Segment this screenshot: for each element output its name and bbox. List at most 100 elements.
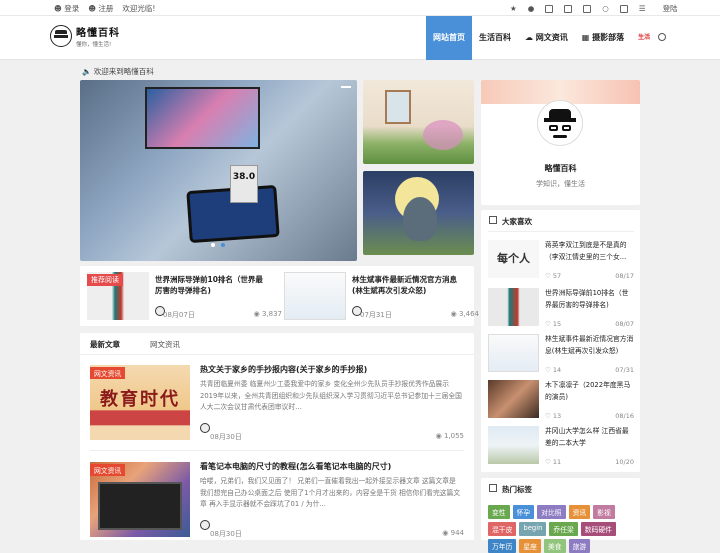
nav-more[interactable]: 生活 <box>631 16 657 60</box>
mail-icon[interactable] <box>619 4 628 13</box>
nav-news[interactable]: ☁ 网文资讯 <box>518 16 575 60</box>
weibo-icon[interactable]: ● <box>528 4 535 13</box>
featured-title[interactable]: 林生斌事件最新近情况官方消息(林生斌再次引发众怒) <box>352 274 467 296</box>
article-item[interactable]: 网文资讯 看笔记本电脑的尺寸的教程(怎么看笔记本电脑的尺寸) 哈喽，兄弟们，我们… <box>80 452 474 547</box>
tag-item[interactable]: 旅游 <box>568 539 591 553</box>
popular-date: 07/31 <box>615 366 634 374</box>
article-views: ◉ 1,055 <box>435 432 464 440</box>
qq-icon[interactable]: ○ <box>602 4 609 13</box>
featured-card[interactable]: 推荐阅读 世界洲际导弹前10排名（世界最厉害的导弹排名) 08月07日 ◉ 3,… <box>87 272 282 320</box>
tag-item[interactable]: 数码硬件 <box>580 522 616 536</box>
featured-card[interactable]: 林生斌事件最新近情况官方消息(林生斌再次引发众怒) 07月31日 ◉ 3,464 <box>284 272 479 320</box>
tag-item[interactable]: 万年历 <box>488 539 517 553</box>
profile-name: 略懂百科 <box>544 164 577 173</box>
slide-tv-image <box>145 87 260 149</box>
article-feed: 教育时代 网文资讯 热文关于家乡的手抄报内容(关于家乡的手抄报) 共青团临夏州委… <box>80 355 474 540</box>
popular-date: 10/20 <box>615 458 634 466</box>
login-link[interactable]: ☻ 登录 <box>54 3 79 14</box>
tag-item[interactable]: begin <box>519 522 547 536</box>
popular-likes: ♡ 15 <box>545 320 562 328</box>
site-header: 略懂百科 懂你，懂生活! 网站首页 生活百科 ☁ 网文资讯 ▦ 摄影部落 生活 <box>0 16 720 60</box>
popular-item[interactable]: 林生斌事件最新近情况官方消息(林生斌再次引发众怒) ♡ 14 07/31 <box>488 334 634 374</box>
popular-date: 08/16 <box>615 412 634 420</box>
search-icon[interactable] <box>658 33 666 41</box>
nav-photo[interactable]: ▦ 摄影部落 <box>575 16 631 60</box>
popular-item[interactable]: 每个人 蒋英李双江到底是不是真的（李双江情史里的三个女... ♡ 57 08/1… <box>488 240 634 280</box>
star-icon[interactable]: ★ <box>510 4 517 13</box>
profile-card: 略懂百科 学知识，懂生活 <box>481 80 640 205</box>
top-bar: ☻ 登录 ☻ 注册 欢迎光临! ★ ● ○ ☰ 登陆 <box>0 0 720 16</box>
popular-item-title[interactable]: 蒋英李双江到底是不是真的（李双江情史里的三个女... <box>545 240 635 263</box>
popular-item[interactable]: 木下凛凛子（2022年度黑马的演员) ♡ 13 08/16 <box>488 380 634 420</box>
tag-item[interactable]: 怀孕 <box>512 505 535 519</box>
side-image-garden[interactable] <box>363 80 474 164</box>
article-date: 08月30日 <box>210 530 242 538</box>
tag-item[interactable]: 星座 <box>519 539 541 553</box>
hot-tags-widget: 热门标签 变性 怀孕 对比照 资讯 影视混干皮 begin 乔任梁 数码硬件万年历 星座 美食 旅游 <box>481 478 640 553</box>
tab-latest[interactable]: 最新文章 <box>90 339 120 350</box>
popular-widget: 大家喜欢 每个人 蒋英李双江到底是不是真的（李双江情史里的三个女... ♡ 57… <box>481 210 640 472</box>
popular-item-title[interactable]: 林生斌事件最新近情况官方消息(林生斌再次引发众怒) <box>545 334 635 357</box>
hot-tags-title: 热门标签 <box>489 484 532 495</box>
site-name: 略懂百科 <box>76 28 120 39</box>
tag-item[interactable]: 变性 <box>488 505 510 519</box>
hero-slider[interactable]: 38.0 <box>80 80 357 261</box>
tag-item[interactable]: 影视 <box>593 505 615 519</box>
popular-item-title[interactable]: 木下凛凛子（2022年度黑马的演员) <box>545 380 635 403</box>
popular-thumb <box>488 380 539 418</box>
article-thumb: 网文资讯 <box>90 462 190 537</box>
popular-item-title[interactable]: 井冈山大学怎么样 江西省最差的二本大学 <box>545 426 635 449</box>
tag-item[interactable]: 混干皮 <box>488 522 517 536</box>
featured-date: 08月07日 <box>163 311 195 319</box>
article-thumb: 教育时代 网文资讯 <box>90 365 190 440</box>
slider-menu-icon[interactable] <box>341 86 351 88</box>
featured-title[interactable]: 世界洲际导弹前10排名（世界最厉害的导弹排名) <box>155 274 270 296</box>
article-views: ◉ 944 <box>442 529 464 537</box>
article-item[interactable]: 教育时代 网文资讯 热文关于家乡的手抄报内容(关于家乡的手抄报) 共青团临夏州委… <box>80 355 474 450</box>
slider-dot-2[interactable] <box>221 243 225 247</box>
popular-item-title[interactable]: 世界洲际导弹前10排名（世界最厉害的导弹排名) <box>545 288 635 311</box>
register-link[interactable]: ☻ 注册 <box>88 3 113 14</box>
popular-thumb <box>488 288 539 326</box>
article-title[interactable]: 看笔记本电脑的尺寸的教程(怎么看笔记本电脑的尺寸) <box>200 461 462 472</box>
site-slogan: 懂你，懂生活! <box>76 42 112 48</box>
popular-likes: ♡ 11 <box>545 458 562 466</box>
calendar-icon[interactable] <box>564 4 573 13</box>
popular-likes: ♡ 14 <box>545 366 562 374</box>
popular-item[interactable]: 井冈山大学怎么样 江西省最差的二本大学 ♡ 11 10/20 <box>488 426 634 466</box>
popular-likes: ♡ 13 <box>545 412 562 420</box>
slider-dot-1[interactable] <box>211 243 215 247</box>
tag-item[interactable]: 对比照 <box>537 505 566 519</box>
divider <box>90 450 464 451</box>
tag-item[interactable]: 乔任梁 <box>549 522 578 536</box>
popular-thumb <box>488 334 539 372</box>
tab-news[interactable]: 网文资讯 <box>150 339 180 350</box>
popular-date: 08/17 <box>615 272 634 280</box>
article-tabs: 最新文章 网文资讯 <box>80 333 474 355</box>
logo-avatar-icon <box>50 25 72 47</box>
article-tag: 网文资讯 <box>90 367 126 379</box>
image-icon[interactable] <box>545 4 554 13</box>
article-title[interactable]: 热文关于家乡的手抄报内容(关于家乡的手抄报) <box>200 364 462 375</box>
nav-life[interactable]: 生活百科 <box>472 16 518 60</box>
site-logo[interactable]: 略懂百科 懂你，懂生活! <box>50 24 120 48</box>
profile-subtitle: 学知识，懂生活 <box>536 180 585 188</box>
side-image-totoro[interactable] <box>363 171 474 255</box>
author-avatar <box>200 520 210 530</box>
signin-link[interactable]: 登陆 <box>663 3 678 14</box>
popular-date: 08/07 <box>615 320 634 328</box>
featured-views: ◉ 3,464 <box>450 310 479 318</box>
tag-item[interactable]: 资讯 <box>568 505 591 519</box>
menu-icon[interactable]: ☰ <box>639 4 646 13</box>
nav-home[interactable]: 网站首页 <box>426 16 472 60</box>
popular-thumb <box>488 426 539 464</box>
chat-icon[interactable] <box>583 4 592 13</box>
featured-thumb <box>284 272 346 320</box>
profile-avatar-icon[interactable] <box>538 101 582 145</box>
tag-item[interactable]: 美食 <box>543 539 566 553</box>
article-tag: 网文资讯 <box>90 464 126 476</box>
featured-views: ◉ 3,837 <box>253 310 282 318</box>
popular-thumb: 每个人 <box>488 240 539 278</box>
popular-title: 大家喜欢 <box>489 216 532 227</box>
popular-item[interactable]: 世界洲际导弹前10排名（世界最厉害的导弹排名) ♡ 15 08/07 <box>488 288 634 328</box>
